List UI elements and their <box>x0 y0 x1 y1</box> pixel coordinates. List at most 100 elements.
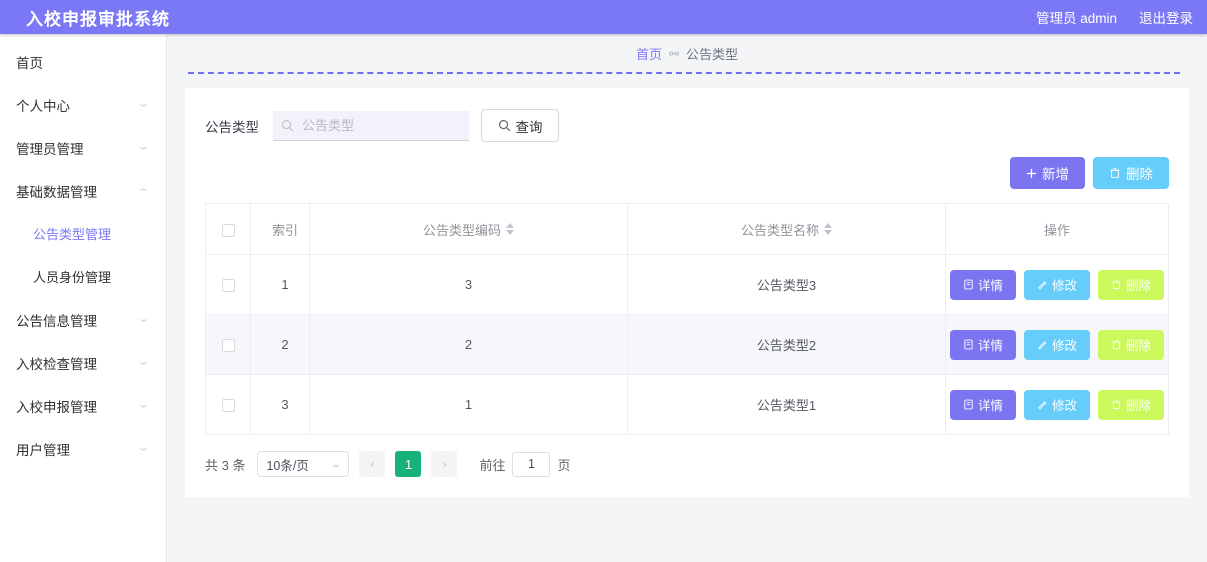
main-content: 首页 ⚯ 公告类型 公告类型 公告类型 查询 新增 删除 索引 公告类型编码 公… <box>167 34 1207 562</box>
sidebar-item-entry-declaration-management[interactable]: 入校申报管理 ⌄ <box>0 384 166 427</box>
document-icon <box>963 339 974 350</box>
delete-button[interactable]: 删除 <box>1098 389 1164 420</box>
row-checkbox[interactable] <box>221 339 235 353</box>
edit-button[interactable]: 修改 <box>1024 269 1090 300</box>
select-all-checkbox[interactable] <box>221 223 235 237</box>
table-header-code[interactable]: 公告类型编码 <box>309 203 628 255</box>
row-name-cell: 公告类型3 <box>627 254 946 315</box>
sidebar-item-label: 入校申报管理 <box>16 399 97 415</box>
sidebar-item-person-identity-management[interactable]: 人员身份管理 <box>0 255 166 298</box>
sidebar-item-notice-info-management[interactable]: 公告信息管理 ⌄ <box>0 298 166 341</box>
chevron-down-icon: ⌄ <box>330 458 343 470</box>
delete-button-label: 删除 <box>1125 399 1151 413</box>
row-select-cell <box>205 314 251 375</box>
chevron-down-icon: ⌄ <box>136 99 151 109</box>
page-unit-label: 页 <box>557 457 571 473</box>
next-page-button[interactable]: › <box>431 451 458 477</box>
current-user-label: 管理员 admin <box>1035 11 1117 26</box>
table-header-index: 索引 <box>250 203 310 255</box>
logout-link[interactable]: 退出登录 <box>1139 7 1193 27</box>
sidebar-item-basic-data-management[interactable]: 基础数据管理 ⌄ <box>0 169 166 212</box>
table-head: 索引 公告类型编码 公告类型名称 操作 <box>205 203 1169 255</box>
page-size-select[interactable]: 10条/页 ⌄ <box>257 451 350 477</box>
table-header-select-all <box>205 203 251 255</box>
detail-button[interactable]: 详情 <box>950 329 1016 360</box>
sidebar-item-label: 公告类型管理 <box>33 227 112 242</box>
sidebar-item-admin-management[interactable]: 管理员管理 ⌄ <box>0 126 166 169</box>
row-select-cell <box>205 374 251 435</box>
row-select-cell <box>205 254 251 315</box>
search-label: 公告类型 <box>205 119 259 135</box>
sidebar-item-label: 个人中心 <box>16 98 70 114</box>
batch-delete-button[interactable]: 删除 <box>1093 157 1169 189</box>
app-body: 首页 个人中心 ⌄ 管理员管理 ⌄ 基础数据管理 ⌄ 公告类型管理 人员身份管理… <box>0 34 1207 562</box>
query-button[interactable]: 查询 <box>481 109 559 142</box>
row-checkbox[interactable] <box>221 279 235 293</box>
divider <box>188 72 1180 74</box>
goto-page-input[interactable] <box>512 451 551 477</box>
document-icon <box>963 279 974 290</box>
prev-page-button[interactable]: ‹ <box>359 451 386 477</box>
breadcrumb-current: 公告类型 <box>686 46 739 62</box>
page-size-value: 10条/页 <box>266 458 309 473</box>
sidebar-item-label: 入校检查管理 <box>16 356 97 372</box>
search-icon <box>281 119 294 132</box>
detail-button-label: 详情 <box>977 279 1003 293</box>
delete-button[interactable]: 删除 <box>1098 329 1164 360</box>
row-checkbox[interactable] <box>221 399 235 413</box>
chevron-down-icon: ⌄ <box>136 142 151 152</box>
sidebar-item-label: 用户管理 <box>16 442 70 458</box>
row-index-cell: 3 <box>250 374 310 435</box>
pencil-icon <box>1037 279 1048 290</box>
document-icon <box>963 399 974 410</box>
content-card: 公告类型 公告类型 查询 新增 删除 索引 公告类型编码 公告类型名称 操作 1… <box>185 88 1189 497</box>
edit-button[interactable]: 修改 <box>1024 389 1090 420</box>
sidebar-item-label: 人员身份管理 <box>33 270 112 285</box>
detail-button-label: 详情 <box>977 399 1003 413</box>
column-label: 公告类型名称 <box>740 222 819 238</box>
trash-icon <box>1111 339 1122 350</box>
sidebar-item-notice-type-management[interactable]: 公告类型管理 <box>0 212 166 255</box>
app-header: 入校申报审批系统 管理员 admin 退出登录 <box>0 0 1207 34</box>
column-label: 索引 <box>271 222 298 238</box>
sidebar-item-label: 基础数据管理 <box>16 184 97 200</box>
plus-icon <box>1026 168 1037 179</box>
table-row: 1 3 公告类型3 详情 修改 删除 <box>205 254 1169 315</box>
trash-icon <box>1111 279 1122 290</box>
table-row: 3 1 公告类型1 详情 修改 删除 <box>205 374 1169 435</box>
search-field-wrapper[interactable] <box>273 110 469 141</box>
sort-icon[interactable] <box>506 223 514 235</box>
edit-button-label: 修改 <box>1051 339 1077 353</box>
detail-button[interactable]: 详情 <box>950 389 1016 420</box>
sidebar-nav: 首页 个人中心 ⌄ 管理员管理 ⌄ 基础数据管理 ⌄ 公告类型管理 人员身份管理… <box>0 34 167 562</box>
table-body: 1 3 公告类型3 详情 修改 删除 2 2 公告类型2 详情 修改 删除 3 … <box>205 254 1169 435</box>
add-button[interactable]: 新增 <box>1010 157 1085 189</box>
query-button-label: 查询 <box>515 119 543 135</box>
sidebar-item-personal-center[interactable]: 个人中心 ⌄ <box>0 83 166 126</box>
table-header-row: 索引 公告类型编码 公告类型名称 操作 <box>205 203 1169 255</box>
sidebar-item-user-management[interactable]: 用户管理 ⌄ <box>0 427 166 470</box>
row-index-cell: 2 <box>250 314 310 375</box>
add-button-label: 新增 <box>1042 167 1069 182</box>
edit-button[interactable]: 修改 <box>1024 329 1090 360</box>
column-label: 公告类型编码 <box>422 222 501 238</box>
toolbar-actions: 新增 删除 <box>205 157 1169 189</box>
sort-icon[interactable] <box>824 223 832 235</box>
page-number-1[interactable]: 1 <box>395 451 422 477</box>
delete-button[interactable]: 删除 <box>1098 269 1164 300</box>
table-header-name[interactable]: 公告类型名称 <box>627 203 946 255</box>
breadcrumb-home[interactable]: 首页 <box>636 44 662 63</box>
search-input[interactable] <box>300 116 461 134</box>
chevron-up-icon: ⌄ <box>136 186 151 196</box>
chevron-down-icon: ⌄ <box>136 443 151 453</box>
trash-icon <box>1111 399 1122 410</box>
detail-button[interactable]: 详情 <box>950 269 1016 300</box>
sidebar-item-home[interactable]: 首页 <box>0 40 166 83</box>
sidebar-item-label: 首页 <box>16 55 43 71</box>
batch-delete-button-label: 删除 <box>1126 167 1153 182</box>
breadcrumb: 首页 ⚯ 公告类型 <box>167 34 1207 72</box>
sidebar-item-entry-check-management[interactable]: 入校检查管理 ⌄ <box>0 341 166 384</box>
detail-button-label: 详情 <box>977 339 1003 353</box>
sidebar-item-label: 管理员管理 <box>16 141 84 157</box>
row-operations-cell: 详情 修改 删除 <box>945 254 1169 315</box>
